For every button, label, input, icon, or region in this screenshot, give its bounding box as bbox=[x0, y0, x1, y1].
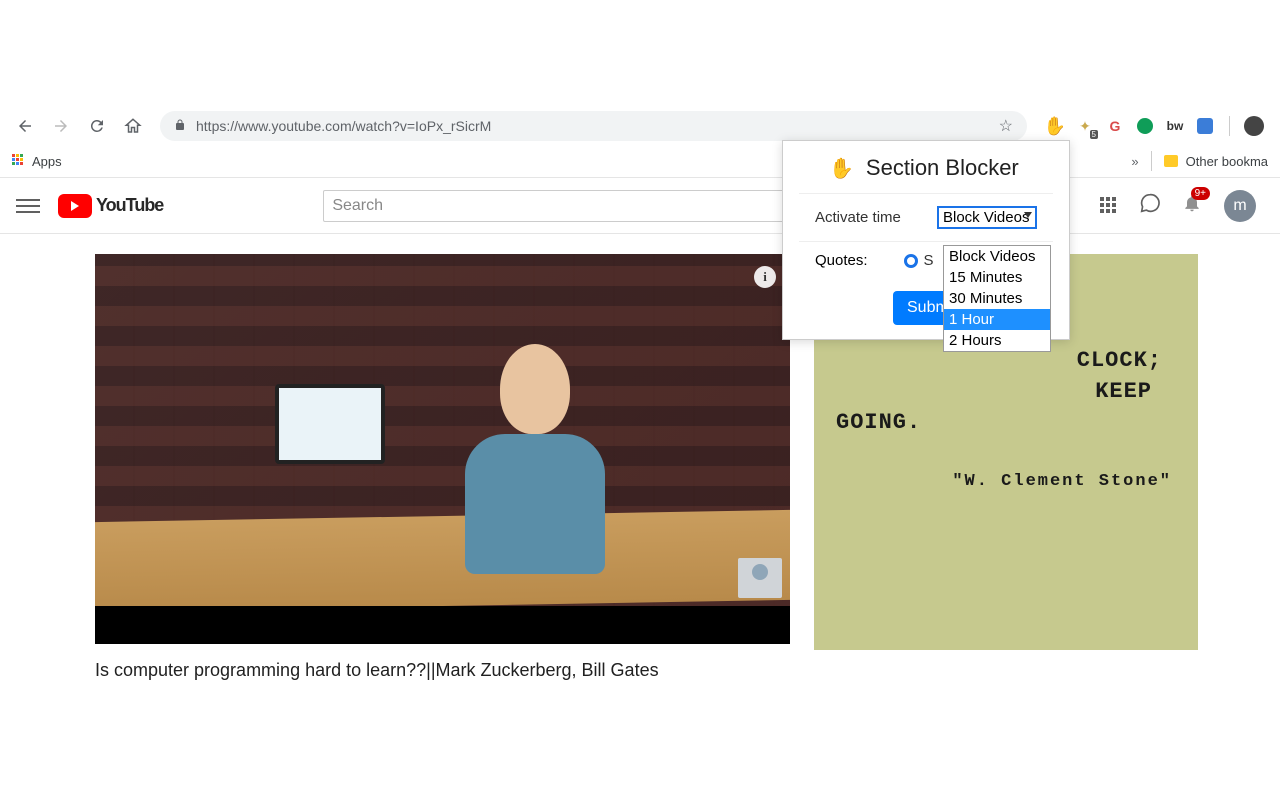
dropdown-option[interactable]: 2 Hours bbox=[944, 330, 1050, 351]
dropdown-option[interactable]: 15 Minutes bbox=[944, 267, 1050, 288]
lock-icon bbox=[174, 118, 186, 135]
home-button[interactable] bbox=[122, 115, 144, 137]
apps-grid-icon[interactable] bbox=[1100, 197, 1118, 215]
video-title: Is computer programming hard to learn??|… bbox=[95, 660, 790, 681]
youtube-play-icon bbox=[58, 194, 92, 218]
notifications-button[interactable]: 9+ bbox=[1182, 193, 1202, 218]
activate-time-label: Activate time bbox=[815, 209, 915, 226]
reload-button[interactable] bbox=[86, 115, 108, 137]
profile-avatar-icon[interactable] bbox=[1244, 116, 1264, 136]
messages-icon[interactable] bbox=[1140, 193, 1160, 218]
activate-time-dropdown: Block Videos 15 Minutes 30 Minutes 1 Hou… bbox=[943, 245, 1051, 352]
dropdown-option[interactable]: 30 Minutes bbox=[944, 288, 1050, 309]
apps-icon[interactable] bbox=[12, 154, 26, 168]
video-frame bbox=[95, 254, 790, 606]
chevron-down-icon bbox=[1024, 212, 1032, 218]
ext-icon-2[interactable]: ✦5 bbox=[1075, 116, 1095, 136]
quotes-label: Quotes: bbox=[815, 252, 868, 269]
ext-icon-6[interactable] bbox=[1195, 116, 1215, 136]
hand-icon: ✋ bbox=[829, 156, 854, 181]
section-blocker-ext-icon[interactable]: ✋ bbox=[1045, 116, 1065, 136]
url-text: https://www.youtube.com/watch?v=IoPx_rSi… bbox=[196, 118, 491, 134]
youtube-logo[interactable]: YouTube bbox=[58, 194, 163, 218]
user-avatar[interactable]: m bbox=[1224, 190, 1256, 222]
pip-thumbnail[interactable] bbox=[738, 558, 782, 598]
other-bookmarks[interactable]: Other bookma bbox=[1186, 154, 1268, 169]
folder-icon bbox=[1164, 155, 1178, 167]
extension-icons: ✋ ✦5 G bw bbox=[1039, 116, 1270, 136]
yt-masthead: YouTube Search 9+ m bbox=[0, 178, 1280, 234]
star-icon[interactable]: ☆ bbox=[999, 116, 1013, 136]
divider bbox=[1151, 151, 1152, 171]
bookmarks-bar: Apps » Other bookma bbox=[0, 145, 1280, 177]
video-player[interactable]: i bbox=[95, 254, 790, 644]
extension-popup: ✋ Section Blocker Activate time Block Vi… bbox=[782, 140, 1070, 340]
ext-icon-4[interactable] bbox=[1135, 116, 1155, 136]
info-icon[interactable]: i bbox=[754, 266, 776, 288]
apps-label[interactable]: Apps bbox=[32, 154, 62, 169]
browser-toolbar: https://www.youtube.com/watch?v=IoPx_rSi… bbox=[0, 107, 1280, 145]
ext-icon-3[interactable]: G bbox=[1105, 116, 1125, 136]
address-bar[interactable]: https://www.youtube.com/watch?v=IoPx_rSi… bbox=[160, 111, 1027, 141]
content-area: i Is computer programming hard to learn?… bbox=[0, 234, 1280, 681]
dropdown-option[interactable]: 1 Hour bbox=[944, 309, 1050, 330]
back-button[interactable] bbox=[14, 115, 36, 137]
chevron-right-icon[interactable]: » bbox=[1131, 154, 1138, 169]
notification-badge: 9+ bbox=[1191, 187, 1210, 200]
youtube-brand: YouTube bbox=[96, 195, 163, 216]
quote-author: "W. Clement Stone" bbox=[836, 472, 1172, 491]
forward-button[interactable] bbox=[50, 115, 72, 137]
dropdown-option[interactable]: Block Videos bbox=[944, 246, 1050, 267]
divider bbox=[1229, 116, 1230, 136]
activate-time-select[interactable]: Block Videos bbox=[937, 206, 1037, 229]
quotes-radio[interactable] bbox=[904, 254, 918, 268]
quote-text: CLOCK; KEEP GOING. bbox=[836, 346, 1172, 438]
ext-icon-5[interactable]: bw bbox=[1165, 116, 1185, 136]
popup-title: Section Blocker bbox=[866, 155, 1019, 181]
menu-icon[interactable] bbox=[16, 194, 40, 218]
